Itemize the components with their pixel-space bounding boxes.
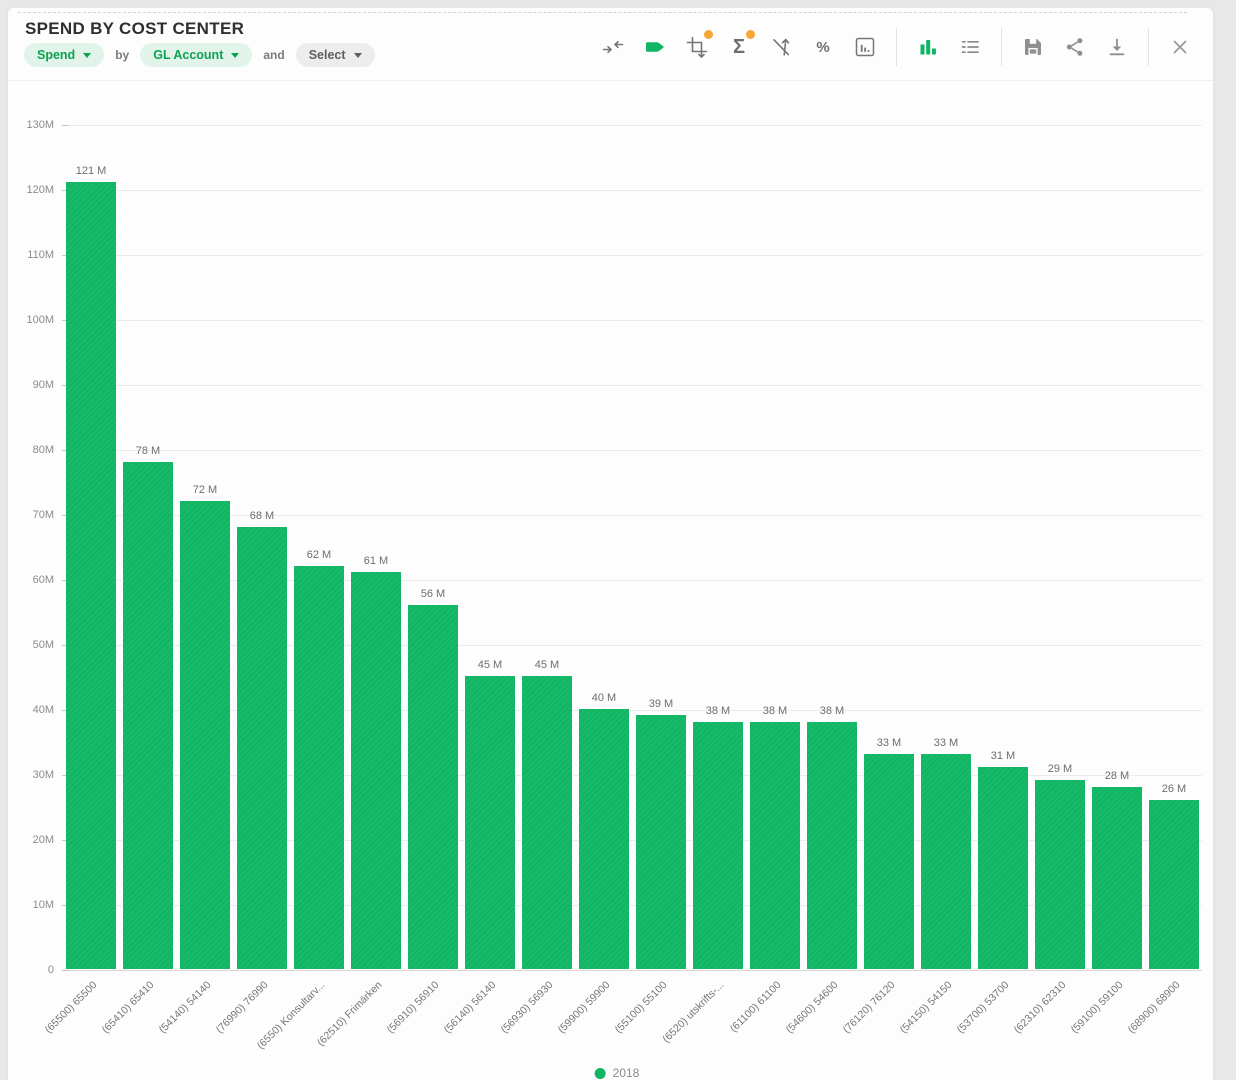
bar-value-label: 121 M [59, 165, 123, 177]
bar[interactable] [579, 709, 629, 969]
y-axis-tick-label: 60M [10, 574, 54, 586]
bar[interactable] [294, 566, 344, 969]
bar-value-label: 45 M [515, 659, 579, 671]
y-axis-tick-label: 90M [10, 379, 54, 391]
bar-value-label: 72 M [173, 484, 237, 496]
bar-value-label: 68 M [230, 510, 294, 522]
bar-value-label: 38 M [686, 705, 750, 717]
widget-card: SPEND BY COST CENTER Spend by GL Account… [8, 8, 1213, 1080]
bar-value-label: 31 M [971, 750, 1035, 762]
bar[interactable] [1092, 787, 1142, 969]
y-axis-tick-label: 130M [10, 119, 54, 131]
gridline [62, 385, 1202, 386]
gridline [62, 970, 1202, 971]
bar[interactable] [180, 501, 230, 969]
bar[interactable] [123, 462, 173, 969]
bar[interactable] [351, 572, 401, 969]
bar[interactable] [1149, 800, 1199, 969]
bar[interactable] [1035, 780, 1085, 969]
bar-value-label: 61 M [344, 555, 408, 567]
y-axis-tick-label: 0 [10, 964, 54, 976]
bar-value-label: 33 M [857, 737, 921, 749]
gridline [62, 905, 1202, 906]
y-axis-tick-label: 100M [10, 314, 54, 326]
y-axis-tick-label: 80M [10, 444, 54, 456]
bar-value-label: 29 M [1028, 763, 1092, 775]
bar[interactable] [237, 527, 287, 969]
bar-value-label: 62 M [287, 549, 351, 561]
bar[interactable] [465, 676, 515, 969]
bar-value-label: 26 M [1142, 783, 1206, 795]
y-axis-tick-label: 50M [10, 639, 54, 651]
bar-value-label: 33 M [914, 737, 978, 749]
y-axis-tick-label: 20M [10, 834, 54, 846]
bar-value-label: 56 M [401, 588, 465, 600]
bar-value-label: 78 M [116, 445, 180, 457]
gridline [62, 580, 1202, 581]
y-axis-tick-label: 30M [10, 769, 54, 781]
y-axis-tick-label: 10M [10, 899, 54, 911]
y-axis-tick [62, 125, 69, 126]
bar[interactable] [921, 754, 971, 969]
gridline [62, 320, 1202, 321]
bar-value-label: 38 M [800, 705, 864, 717]
bar[interactable] [522, 676, 572, 969]
gridline [62, 840, 1202, 841]
y-axis-tick-label: 120M [10, 184, 54, 196]
gridline [62, 710, 1202, 711]
gridline [62, 775, 1202, 776]
bar[interactable] [66, 182, 116, 969]
bar[interactable] [864, 754, 914, 969]
legend-swatch [595, 1068, 606, 1079]
bar-value-label: 39 M [629, 698, 693, 710]
bar[interactable] [807, 722, 857, 969]
gridline [62, 450, 1202, 451]
legend-series-label: 2018 [613, 1066, 640, 1080]
bar-chart: 130M 120M 110M 100M 90M 80M 70M 60M 50M 40M 30M 20M… [8, 8, 1213, 1080]
bar[interactable] [693, 722, 743, 969]
y-axis-tick-label: 40M [10, 704, 54, 716]
chart-legend[interactable]: 2018 [595, 1066, 640, 1080]
bar-value-label: 40 M [572, 692, 636, 704]
bar-value-label: 38 M [743, 705, 807, 717]
bar-value-label: 28 M [1085, 770, 1149, 782]
gridline [62, 255, 1202, 256]
gridline [62, 125, 1202, 126]
y-axis-tick-label: 110M [10, 249, 54, 261]
gridline [62, 645, 1202, 646]
gridline [62, 190, 1202, 191]
bar[interactable] [408, 605, 458, 969]
y-axis-tick [62, 970, 69, 971]
bar-value-label: 45 M [458, 659, 522, 671]
bar[interactable] [978, 767, 1028, 969]
y-axis-tick-label: 70M [10, 509, 54, 521]
bar[interactable] [750, 722, 800, 969]
bar[interactable] [636, 715, 686, 969]
